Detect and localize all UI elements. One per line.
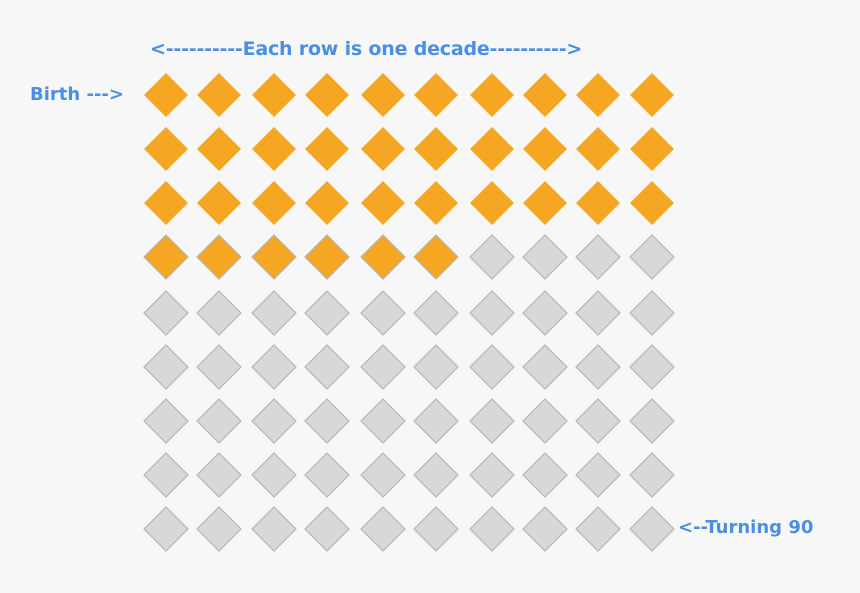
lived-year-diamond	[144, 181, 188, 225]
future-year-diamond	[629, 452, 675, 498]
future-year-diamond	[629, 398, 675, 444]
future-year-diamond	[469, 506, 515, 552]
lived-year-diamond	[197, 127, 241, 171]
lived-year-diamond	[144, 127, 188, 171]
future-year-diamond	[469, 452, 515, 498]
future-year-diamond	[143, 398, 189, 444]
future-year-diamond	[522, 398, 568, 444]
future-year-diamond	[360, 290, 406, 336]
future-year-diamond	[469, 344, 515, 390]
life-in-years-grid	[143, 73, 675, 552]
future-year-diamond	[304, 506, 350, 552]
lived-year-diamond	[523, 127, 567, 171]
future-year-diamond	[143, 452, 189, 498]
future-year-diamond	[469, 234, 515, 280]
lived-year-diamond	[252, 127, 296, 171]
lived-year-diamond	[305, 181, 349, 225]
future-year-diamond	[575, 506, 621, 552]
future-year-diamond	[304, 398, 350, 444]
future-year-diamond	[143, 290, 189, 336]
future-year-diamond	[360, 398, 406, 444]
lived-year-diamond	[576, 181, 620, 225]
lived-year-diamond	[523, 73, 567, 117]
lived-year-diamond	[251, 234, 297, 280]
future-year-diamond	[629, 506, 675, 552]
future-year-diamond	[360, 344, 406, 390]
lived-year-diamond	[360, 234, 406, 280]
future-year-diamond	[413, 506, 459, 552]
future-year-diamond	[304, 344, 350, 390]
future-year-diamond	[143, 344, 189, 390]
future-year-diamond	[251, 344, 297, 390]
future-year-diamond	[413, 344, 459, 390]
lived-year-diamond	[470, 127, 514, 171]
lived-year-diamond	[523, 181, 567, 225]
lived-year-diamond	[414, 73, 458, 117]
lived-year-diamond	[305, 73, 349, 117]
lived-year-diamond	[470, 73, 514, 117]
future-year-diamond	[575, 290, 621, 336]
future-year-diamond	[522, 506, 568, 552]
future-year-diamond	[629, 234, 675, 280]
lived-year-diamond	[252, 73, 296, 117]
future-year-diamond	[304, 290, 350, 336]
future-year-diamond	[360, 506, 406, 552]
lived-year-diamond	[630, 181, 674, 225]
lived-year-diamond	[143, 234, 189, 280]
future-year-diamond	[413, 398, 459, 444]
future-year-diamond	[469, 290, 515, 336]
lived-year-diamond	[576, 73, 620, 117]
future-year-diamond	[629, 344, 675, 390]
future-year-diamond	[196, 506, 242, 552]
lived-year-diamond	[630, 73, 674, 117]
future-year-diamond	[575, 344, 621, 390]
future-year-diamond	[522, 234, 568, 280]
future-year-diamond	[522, 344, 568, 390]
lived-year-diamond	[414, 181, 458, 225]
lived-year-diamond	[197, 181, 241, 225]
future-year-diamond	[143, 506, 189, 552]
lived-year-diamond	[361, 181, 405, 225]
lived-year-diamond	[630, 127, 674, 171]
lived-year-diamond	[197, 73, 241, 117]
future-year-diamond	[196, 398, 242, 444]
lived-year-diamond	[576, 127, 620, 171]
future-year-diamond	[413, 290, 459, 336]
future-year-diamond	[196, 290, 242, 336]
future-year-diamond	[413, 452, 459, 498]
future-year-diamond	[304, 452, 350, 498]
lived-year-diamond	[361, 127, 405, 171]
lived-year-diamond	[196, 234, 242, 280]
future-year-diamond	[196, 452, 242, 498]
lived-year-diamond	[361, 73, 405, 117]
future-year-diamond	[629, 290, 675, 336]
future-year-diamond	[575, 398, 621, 444]
future-year-diamond	[251, 452, 297, 498]
lived-year-diamond	[252, 181, 296, 225]
lived-year-diamond	[413, 234, 459, 280]
lived-year-diamond	[144, 73, 188, 117]
lived-year-diamond	[414, 127, 458, 171]
future-year-diamond	[196, 344, 242, 390]
future-year-diamond	[522, 290, 568, 336]
lived-year-diamond	[304, 234, 350, 280]
future-year-diamond	[360, 452, 406, 498]
future-year-diamond	[522, 452, 568, 498]
lived-year-diamond	[305, 127, 349, 171]
future-year-diamond	[251, 398, 297, 444]
future-year-diamond	[251, 506, 297, 552]
future-year-diamond	[469, 398, 515, 444]
lived-year-diamond	[470, 181, 514, 225]
future-year-diamond	[251, 290, 297, 336]
future-year-diamond	[575, 234, 621, 280]
future-year-diamond	[575, 452, 621, 498]
